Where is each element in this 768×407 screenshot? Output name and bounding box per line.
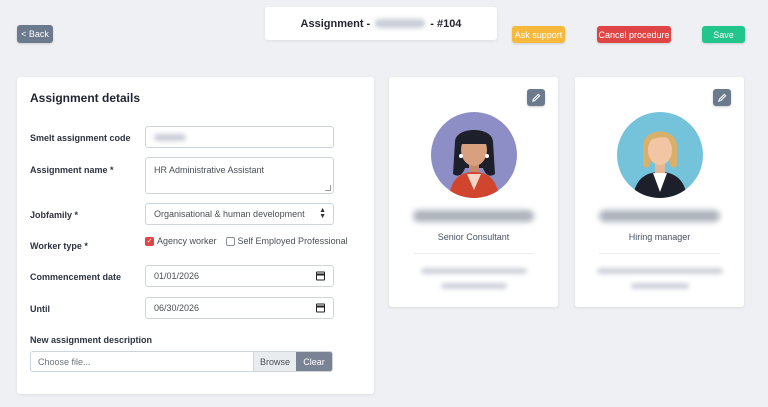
agency-worker-checkbox[interactable]: ✓ bbox=[145, 236, 154, 246]
details-title: Assignment details bbox=[30, 91, 141, 105]
agency-worker-label[interactable]: Agency worker bbox=[157, 236, 217, 246]
redacted-email bbox=[597, 268, 723, 274]
self-employed-label[interactable]: Self Employed Professional bbox=[238, 236, 348, 246]
redacted-client-name bbox=[375, 19, 426, 28]
edit-consultant-button[interactable] bbox=[527, 89, 545, 106]
jobfamily-label: Jobfamily * bbox=[30, 210, 79, 220]
worker-type-group: ✓ Agency worker Self Employed Profession… bbox=[145, 236, 348, 246]
edit-hiring-manager-button[interactable] bbox=[713, 89, 731, 106]
commencement-date-input[interactable]: 01/01/2026 bbox=[145, 265, 334, 287]
calendar-icon[interactable] bbox=[316, 303, 325, 313]
redacted-code bbox=[154, 133, 186, 141]
name-label: Assignment name * bbox=[30, 165, 114, 175]
resize-grip-icon[interactable] bbox=[325, 185, 331, 191]
assignment-code-input[interactable] bbox=[145, 126, 334, 148]
ask-support-button[interactable]: Ask support bbox=[512, 26, 565, 43]
female-manager-illustration bbox=[633, 131, 687, 198]
consultant-avatar bbox=[431, 112, 517, 198]
divider bbox=[599, 253, 720, 254]
code-label: Smelt assignment code bbox=[30, 133, 131, 143]
redacted-person-name bbox=[599, 210, 720, 222]
back-button[interactable]: < Back bbox=[17, 25, 53, 43]
description-label: New assignment description bbox=[30, 335, 153, 345]
consultant-card: Senior Consultant bbox=[389, 77, 558, 307]
hiring-manager-role: Hiring manager bbox=[628, 232, 691, 242]
pencil-icon bbox=[531, 93, 540, 102]
assignment-name-input[interactable]: HR Administrative Assistant bbox=[145, 157, 334, 194]
title-prefix: Assignment - bbox=[300, 17, 371, 30]
browse-button[interactable]: Browse bbox=[253, 352, 296, 371]
page-title: Assignment - - #104 bbox=[265, 7, 497, 40]
file-placeholder[interactable]: Choose file... bbox=[31, 352, 253, 371]
jobfamily-value: Organisational & human development bbox=[154, 209, 305, 219]
cancel-procedure-button[interactable]: Cancel procedure bbox=[597, 26, 671, 43]
jobfamily-select[interactable]: Organisational & human development ▲ ▼ bbox=[145, 203, 334, 225]
clear-button[interactable]: Clear bbox=[296, 352, 332, 371]
description-file-input[interactable]: Choose file... Browse Clear bbox=[30, 351, 333, 372]
commencement-value: 01/01/2026 bbox=[154, 271, 200, 281]
title-suffix: - #104 bbox=[430, 17, 462, 30]
worker-type-label: Worker type * bbox=[30, 241, 88, 251]
redacted-person-name bbox=[413, 210, 534, 222]
redacted-email bbox=[421, 268, 527, 274]
until-date-input[interactable]: 06/30/2026 bbox=[145, 297, 334, 319]
female-consultant-illustration bbox=[449, 130, 499, 198]
commencement-label: Commencement date bbox=[30, 272, 122, 282]
select-arrows-icon: ▲ ▼ bbox=[319, 207, 326, 220]
self-employed-checkbox[interactable] bbox=[225, 236, 235, 246]
calendar-icon[interactable] bbox=[316, 271, 325, 281]
redacted-phone bbox=[631, 283, 689, 289]
until-label: Until bbox=[30, 304, 50, 314]
until-value: 06/30/2026 bbox=[154, 303, 200, 313]
hiring-manager-avatar bbox=[617, 112, 703, 198]
assignment-details-card: Assignment details Smelt assignment code… bbox=[17, 77, 374, 394]
save-button[interactable]: Save bbox=[702, 26, 745, 43]
divider bbox=[413, 253, 534, 254]
consultant-role: Senior Consultant bbox=[437, 232, 510, 242]
redacted-phone bbox=[441, 283, 507, 289]
assignment-name-value: HR Administrative Assistant bbox=[154, 165, 265, 175]
hiring-manager-card: Hiring manager bbox=[575, 77, 744, 307]
pencil-icon bbox=[717, 93, 726, 102]
